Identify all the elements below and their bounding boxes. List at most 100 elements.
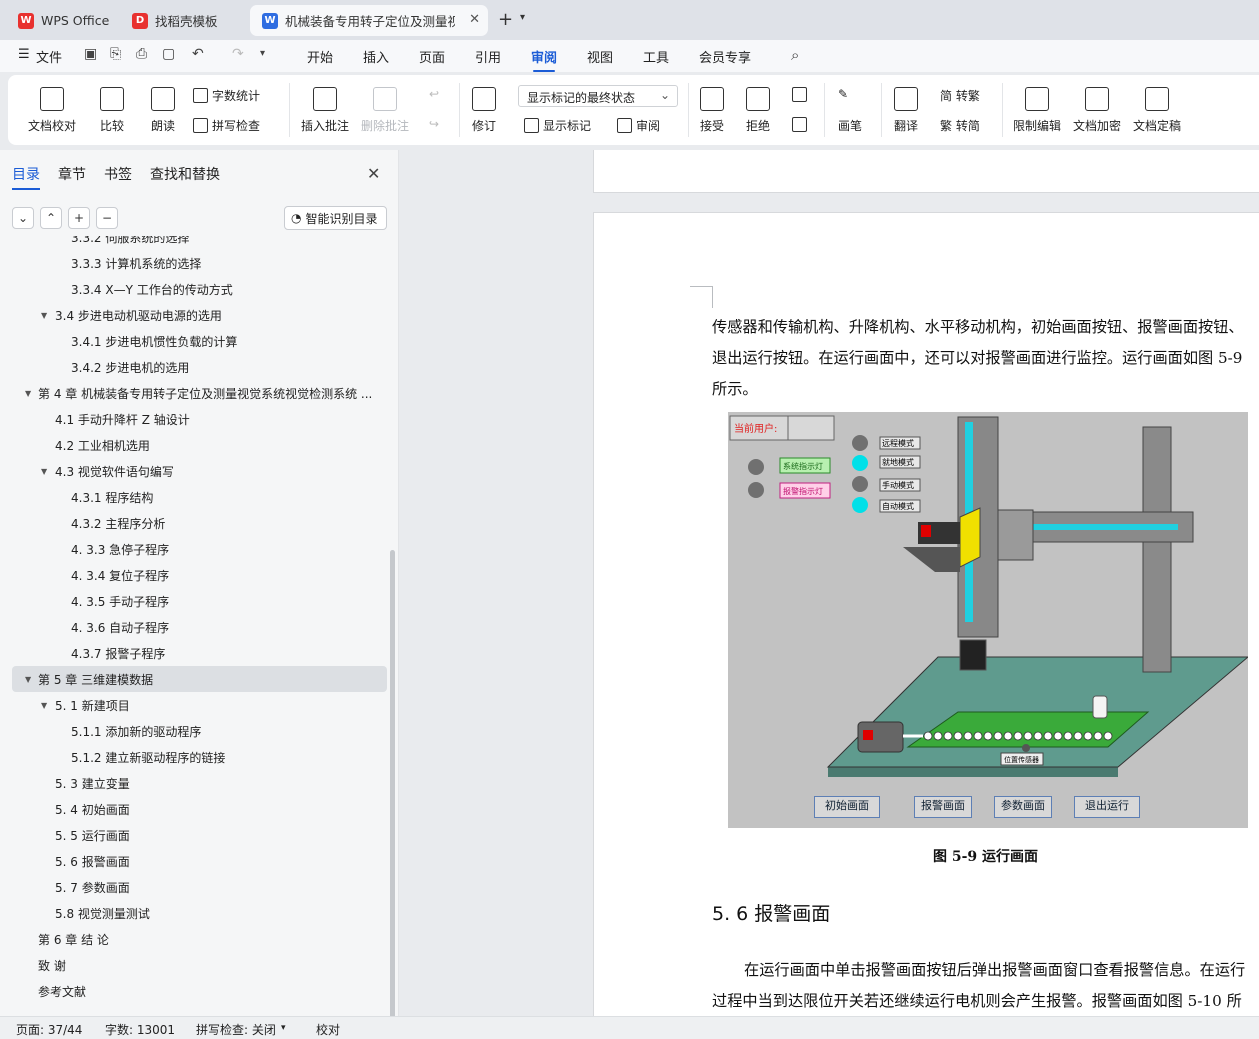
read-aloud-button[interactable]: 朗读 (151, 87, 175, 134)
toc-item[interactable]: 4. 3.3 急停子程序 (0, 536, 390, 562)
prev-comment-icon[interactable]: ↩ (429, 87, 439, 101)
new-tab-icon[interactable]: + (498, 9, 513, 30)
spell-check-button[interactable]: 拼写检查 (193, 117, 260, 134)
toc-item[interactable]: 5.8 视觉测量测试 (0, 900, 390, 926)
smart-toc-button[interactable]: ◔ 智能识别目录 (284, 206, 387, 230)
expand-arrow-icon[interactable]: ▼ (41, 311, 47, 320)
undo-icon[interactable]: ↶ (192, 46, 204, 62)
insert-comment-button[interactable]: 插入批注 (301, 87, 349, 134)
to-traditional-button[interactable]: 简 转繁 (940, 87, 980, 104)
proofread-status[interactable]: 校对 (316, 1021, 340, 1038)
translate-button[interactable]: 翻译 (894, 87, 918, 134)
toc-item[interactable]: ▼ 5. 1 新建项目 (0, 692, 390, 718)
close-icon[interactable]: ✕ (367, 164, 380, 183)
toc-item[interactable]: 4.2 工业相机选用 (0, 432, 390, 458)
toc-item[interactable]: 5.1.2 建立新驱动程序的链接 (0, 744, 390, 770)
chevron-down-icon[interactable]: ▾ (260, 48, 265, 59)
delete-comment-button[interactable]: 删除批注 (361, 87, 409, 134)
toc-item[interactable]: 5. 5 运行画面 (0, 822, 390, 848)
toc-item[interactable]: 4.1 手动升降杆 Z 轴设计 (0, 406, 390, 432)
preview-icon[interactable]: ▢ (162, 46, 175, 62)
encrypt-button[interactable]: 文档加密 (1073, 87, 1121, 134)
review-pane-button[interactable]: 审阅 (617, 117, 660, 134)
toc-item-label: 5. 7 参数画面 (55, 880, 130, 895)
toc-item[interactable]: 4. 3.4 复位子程序 (0, 562, 390, 588)
scrollbar[interactable] (390, 550, 395, 1020)
menu-review[interactable]: 审阅 (531, 47, 557, 72)
redo-icon[interactable]: ↷ (232, 46, 244, 62)
expand-arrow-icon[interactable]: ▼ (25, 675, 31, 684)
toc-item[interactable]: ▼ 4.3 视觉软件语句编写 (0, 458, 390, 484)
revise-button[interactable]: 修订 (472, 87, 496, 134)
toc-item[interactable]: 4.3.2 主程序分析 (0, 510, 390, 536)
add-heading-button[interactable]: + (68, 207, 90, 229)
menu-icon[interactable]: ☰ (18, 47, 30, 62)
to-simplified-button[interactable]: 繁 转简 (940, 117, 980, 134)
toc-item[interactable]: ▼ 第 4 章 机械装备专用转子定位及测量视觉系统视觉检测系统 ... (0, 380, 390, 406)
expand-arrow-icon[interactable]: ▼ (41, 467, 47, 476)
toc-item[interactable]: 4. 3.5 手动子程序 (0, 588, 390, 614)
toc-item[interactable]: 3.3.2 伺服系统的选择 (0, 236, 390, 250)
toc-item[interactable]: ▼ 第 5 章 三维建模数据 (12, 666, 387, 692)
menu-page[interactable]: 页面 (419, 47, 445, 66)
search-icon[interactable]: ⌕ (791, 46, 799, 64)
toc-item[interactable]: 4.3.1 程序结构 (0, 484, 390, 510)
toc-item[interactable]: 4. 3.6 自动子程序 (0, 614, 390, 640)
toc-item[interactable]: 3.3.3 计算机系统的选择 (0, 250, 390, 276)
export-icon[interactable]: ⎘ (110, 46, 121, 62)
menu-reference[interactable]: 引用 (475, 47, 501, 66)
chevron-down-icon[interactable]: ▾ (520, 12, 525, 23)
chevron-down-icon[interactable]: ▾ (281, 1023, 286, 1033)
next-change-icon[interactable] (792, 117, 811, 132)
save-icon[interactable]: ▣ (84, 46, 97, 62)
toc-item[interactable]: 3.4.1 步进电机惯性负载的计算 (0, 328, 390, 354)
tab-wps-office[interactable]: W WPS Office (6, 5, 114, 36)
toc-item[interactable]: 5. 3 建立变量 (0, 770, 390, 796)
word-count-button[interactable]: 字数统计 (193, 87, 260, 104)
word-count[interactable]: 字数: 13001 (105, 1021, 175, 1038)
accept-button[interactable]: 接受 (700, 87, 724, 134)
expand-arrow-icon[interactable]: ▼ (25, 389, 31, 398)
toc-item[interactable]: 5. 4 初始画面 (0, 796, 390, 822)
toc-item[interactable]: 5. 7 参数画面 (0, 874, 390, 900)
collapse-up-button[interactable]: ⌃ (40, 207, 62, 229)
toc-item[interactable]: 5. 6 报警画面 (0, 848, 390, 874)
tab-find-replace[interactable]: 查找和替换 (150, 164, 220, 184)
toc-item[interactable]: 第 6 章 结 论 (0, 926, 390, 952)
menu-file[interactable]: 文件 (36, 47, 62, 66)
show-marks-button[interactable]: 显示标记 (524, 117, 591, 134)
markup-state-select[interactable]: 显示标记的最终状态 ⌄ (518, 85, 678, 107)
reject-button[interactable]: 拒绝 (746, 87, 770, 134)
finalize-button[interactable]: 文档定稿 (1133, 87, 1181, 134)
menu-home[interactable]: 开始 (307, 47, 333, 66)
toc-item[interactable]: 3.3.4 X—Y 工作台的传动方式 (0, 276, 390, 302)
compare-button[interactable]: 比较 (100, 87, 124, 134)
tab-bookmarks[interactable]: 书签 (104, 164, 132, 184)
collapse-down-button[interactable]: ⌄ (12, 207, 34, 229)
pen-button[interactable]: ✎ 画笔 (838, 87, 862, 134)
restrict-edit-button[interactable]: 限制编辑 (1013, 87, 1061, 134)
spell-check-status[interactable]: 拼写检查: 关闭 (196, 1021, 276, 1038)
toc-item[interactable]: 致 谢 (0, 952, 390, 978)
toc-item[interactable]: 5.1.1 添加新的驱动程序 (0, 718, 390, 744)
tab-document[interactable]: W 机械装备专用转子定位及测量视 ✕ (250, 5, 488, 36)
prev-change-icon[interactable] (792, 87, 811, 102)
close-icon[interactable]: ✕ (469, 12, 480, 27)
menu-view[interactable]: 视图 (587, 47, 613, 66)
menu-insert[interactable]: 插入 (363, 47, 389, 66)
toc-item[interactable]: 3.4.2 步进电机的选用 (0, 354, 390, 380)
print-icon[interactable]: ⎙ (136, 46, 147, 62)
expand-arrow-icon[interactable]: ▼ (41, 701, 47, 710)
toc-item[interactable]: 参考文献 (0, 978, 390, 1004)
toc-item[interactable]: ▼ 3.4 步进电动机驱动电源的选用 (0, 302, 390, 328)
menu-tools[interactable]: 工具 (643, 47, 669, 66)
menu-member[interactable]: 会员专享 (699, 47, 751, 66)
tab-toc[interactable]: 目录 (12, 164, 40, 190)
next-comment-icon[interactable]: ↪ (429, 117, 439, 131)
tab-sections[interactable]: 章节 (58, 164, 86, 184)
remove-heading-button[interactable]: − (96, 207, 118, 229)
tab-docer[interactable]: D 找稻壳模板 (120, 5, 244, 36)
toc-item[interactable]: 4.3.7 报警子程序 (0, 640, 390, 666)
doc-check-button[interactable]: 文档校对 (28, 87, 76, 134)
page-indicator[interactable]: 页面: 37/44 (16, 1021, 82, 1038)
